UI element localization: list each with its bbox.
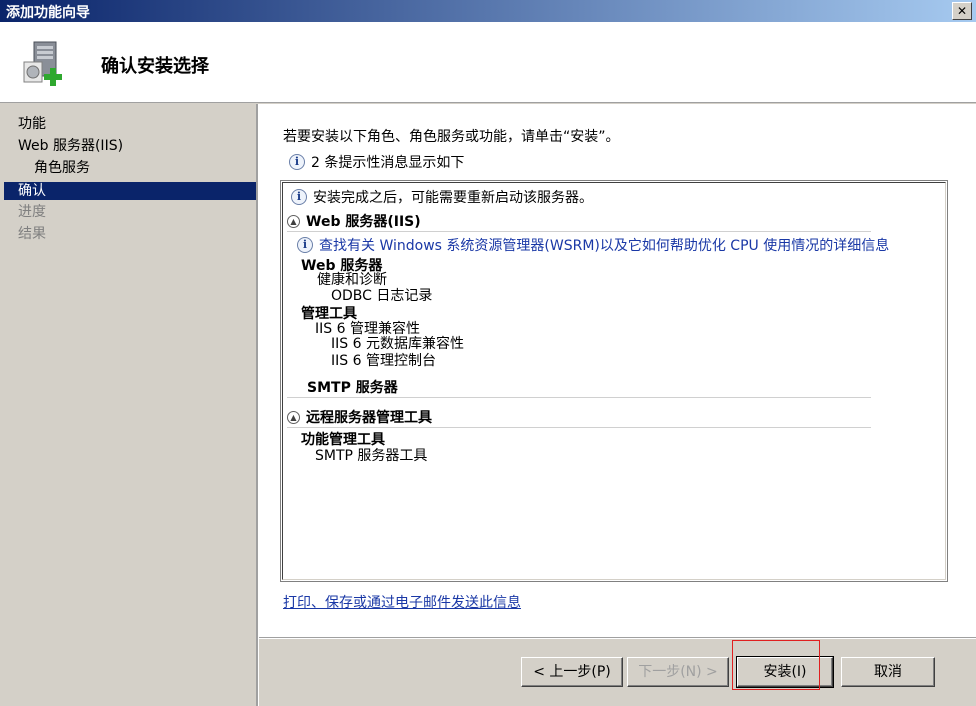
nav-item-web-server[interactable]: Web 服务器(IIS)	[4, 137, 256, 155]
detail-iis6-console: IIS 6 管理控制台	[331, 353, 436, 369]
nav-item-confirm[interactable]: 确认	[4, 182, 256, 200]
server-add-icon	[20, 38, 72, 90]
info-icon: i	[291, 189, 307, 205]
footer-divider	[259, 637, 976, 639]
nav-label: Web 服务器(IIS)	[18, 138, 124, 154]
print-save-email-link[interactable]: 打印、保存或通过电子邮件发送此信息	[283, 592, 521, 612]
wsrm-link-text: 查找有关 Windows 系统资源管理器(WSRM)以及它如何帮助优化 CPU …	[319, 238, 890, 254]
info-count-text: 2 条提示性消息显示如下	[311, 155, 465, 171]
info-icon: i	[297, 237, 313, 253]
window-title: 添加功能向导	[6, 5, 90, 21]
wizard-steps-nav: 功能 Web 服务器(IIS) 角色服务 确认 进度 结果	[4, 104, 256, 706]
install-highlight	[732, 640, 820, 690]
section-title: 远程服务器管理工具	[306, 410, 432, 426]
details-inner: i 安装完成之后，可能需要重新启动该服务器。 ▲ Web 服务器(IIS) i …	[282, 182, 946, 580]
nav-label: 角色服务	[34, 160, 90, 176]
info-icon: i	[289, 154, 305, 170]
section-web-server[interactable]: ▲ Web 服务器(IIS)	[287, 211, 421, 231]
nav-item-results: 结果	[4, 225, 256, 243]
section-title: Web 服务器(IIS)	[306, 214, 421, 230]
section-remote-admin[interactable]: ▲ 远程服务器管理工具	[287, 407, 432, 427]
main-content: 若要安装以下角色、角色服务或功能，请单击“安装”。 i 2 条提示性消息显示如下…	[259, 104, 976, 638]
nav-label: 功能	[18, 116, 46, 132]
previous-button[interactable]: < 上一步(P)	[521, 657, 623, 687]
detail-smtp-server: SMTP 服务器	[307, 380, 398, 396]
cancel-button[interactable]: 取消	[841, 657, 935, 687]
restart-note-text: 安装完成之后，可能需要重新启动该服务器。	[313, 190, 593, 206]
nav-label: 进度	[18, 204, 46, 220]
collapse-icon[interactable]: ▲	[287, 214, 300, 228]
intro-text: 若要安装以下角色、角色服务或功能，请单击“安装”。	[283, 129, 620, 145]
title-bar: 添加功能向导 ✕	[0, 0, 976, 22]
nav-item-role-services[interactable]: 角色服务	[4, 159, 256, 177]
section-divider	[287, 231, 871, 232]
wsrm-info-link[interactable]: i 查找有关 Windows 系统资源管理器(WSRM)以及它如何帮助优化 CP…	[297, 235, 889, 255]
close-button[interactable]: ✕	[952, 2, 972, 20]
section-divider	[287, 397, 871, 398]
next-button: 下一步(N) >	[627, 657, 729, 687]
nav-label: 结果	[18, 226, 46, 242]
nav-item-progress: 进度	[4, 203, 256, 221]
restart-note: i 安装完成之后，可能需要重新启动该服务器。	[291, 187, 593, 207]
nav-label: 确认	[18, 183, 46, 199]
page-title: 确认安装选择	[101, 56, 209, 77]
confirmation-details-box[interactable]: i 安装完成之后，可能需要重新启动该服务器。 ▲ Web 服务器(IIS) i …	[280, 180, 948, 582]
info-count: i 2 条提示性消息显示如下	[289, 152, 464, 172]
detail-smtp-tools: SMTP 服务器工具	[315, 448, 428, 464]
collapse-icon[interactable]: ▲	[287, 410, 300, 424]
nav-item-features[interactable]: 功能	[4, 115, 256, 133]
section-divider	[287, 427, 871, 428]
wizard-header: 确认安装选择	[0, 22, 976, 103]
detail-odbc: ODBC 日志记录	[331, 288, 433, 304]
